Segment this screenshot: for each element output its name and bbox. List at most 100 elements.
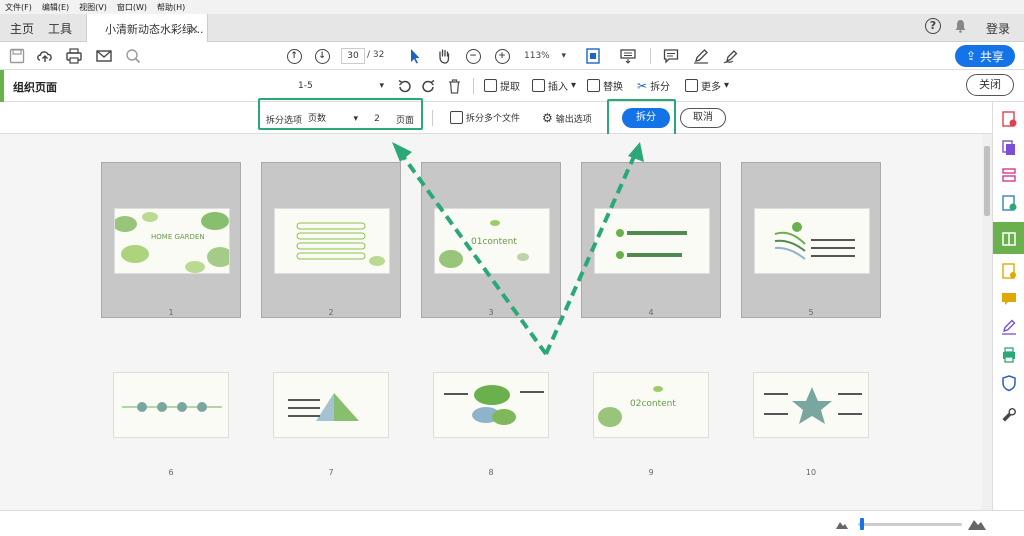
trash-icon[interactable] [447, 78, 462, 94]
minus-icon: − [465, 48, 481, 64]
split-divider [432, 110, 433, 126]
comment-icon[interactable] [662, 47, 680, 65]
replace-icon [587, 79, 600, 92]
more-button[interactable]: 更多 ▾ [685, 78, 729, 93]
tab-document[interactable]: 小清新动态水彩绿... × [86, 14, 208, 43]
close-organize-button[interactable]: 关闭 [966, 74, 1014, 96]
page-fit-icon[interactable] [584, 47, 602, 65]
keyboard-icon[interactable] [619, 47, 637, 65]
arrow-down-icon: ↓ [314, 48, 330, 64]
chevron-down-icon: ▾ [724, 80, 730, 91]
arrow-up-icon: ↑ [286, 48, 302, 64]
annotation-arrows [392, 142, 644, 356]
menu-help[interactable]: 帮助(H) [152, 2, 190, 13]
help-icon[interactable]: ? [925, 18, 941, 34]
tab-tools[interactable]: 工具 [48, 14, 72, 42]
print-icon[interactable] [65, 47, 83, 65]
prev-page-button[interactable]: ↑ [285, 47, 303, 65]
search-icon[interactable] [124, 47, 142, 65]
save-icon[interactable] [8, 47, 26, 65]
close-icon[interactable]: × [189, 22, 199, 36]
vertical-scrollbar[interactable] [982, 134, 992, 510]
rotate-right-icon[interactable] [421, 79, 436, 94]
organize-accent-bar [0, 70, 4, 102]
tab-home[interactable]: 主页 [10, 14, 34, 42]
edit-pdf-icon[interactable] [1000, 262, 1018, 280]
split-pages-icon[interactable] [1000, 230, 1018, 248]
split-tool-label: 拆分 [650, 82, 671, 93]
plus-icon: + [494, 48, 510, 64]
scroll-thumb[interactable] [984, 146, 990, 216]
thumbnail-size-slider[interactable] [858, 523, 962, 526]
page-range-value: 1-5 [298, 81, 313, 91]
replace-button[interactable]: 替换 [587, 78, 623, 93]
bell-icon[interactable] [954, 19, 967, 33]
split-options-bar: 拆分选项 页数 ▾ 2 页面 拆分多个文件 ⚙ 输出选项 拆分 取消 [0, 98, 1024, 139]
chevron-down-icon: ▾ [571, 80, 577, 91]
hand-icon[interactable] [435, 47, 453, 65]
share-label: 共享 [980, 49, 1005, 64]
next-page-button[interactable]: ↓ [313, 47, 331, 65]
main-toolbar: ↑ ↓ 30 / 32 − + 113% ▾ ⇪ 共享 [0, 42, 1024, 70]
extract-button[interactable]: 提取 [484, 78, 520, 93]
highlight-box-split-options [258, 98, 423, 130]
zoom-out-button[interactable]: − [464, 47, 482, 65]
sign-icon[interactable] [722, 47, 740, 65]
share-button[interactable]: ⇪ 共享 [955, 45, 1015, 67]
page-number-input[interactable]: 30 [341, 48, 365, 64]
extract-icon [484, 79, 497, 92]
replace-label: 替换 [603, 82, 623, 93]
create-pdf-icon[interactable] [1000, 110, 1018, 128]
organize-title: 组织页面 [13, 81, 57, 94]
combine-files-icon[interactable] [1000, 138, 1018, 156]
protect-shield-icon[interactable] [1000, 374, 1018, 392]
select-cursor-icon[interactable] [406, 47, 424, 65]
pen-icon[interactable] [692, 47, 710, 65]
gear-icon: ⚙ [542, 111, 553, 125]
organize-divider [473, 78, 474, 94]
small-thumbnail-icon[interactable] [836, 520, 848, 529]
menu-file[interactable]: 文件(F) [0, 2, 37, 13]
organize-pages-icon[interactable] [1000, 166, 1018, 184]
large-thumbnail-icon[interactable] [968, 517, 986, 530]
files-icon [450, 111, 463, 124]
split-tool-button[interactable]: ✂ 拆分 [637, 78, 671, 94]
output-options-label: 输出选项 [555, 114, 592, 125]
export-pdf-icon[interactable] [1000, 194, 1018, 212]
page-total: / 32 [367, 50, 385, 60]
menu-edit[interactable]: 编辑(E) [37, 2, 74, 13]
email-icon[interactable] [95, 47, 113, 65]
menu-window[interactable]: 窗口(W) [112, 2, 152, 13]
menu-bar: 文件(F) 编辑(E) 视图(V) 窗口(W) 帮助(H) [0, 0, 1024, 14]
scissors-icon: ✂ [637, 78, 648, 93]
cancel-button[interactable]: 取消 [680, 108, 726, 128]
thumbnail-size-knob[interactable] [860, 518, 864, 530]
tools-sidebar [992, 102, 1024, 510]
comment-tool-icon[interactable] [1000, 290, 1018, 308]
more-icon [685, 79, 698, 92]
highlight-box-split-button [607, 99, 676, 139]
output-options-button[interactable]: ⚙ 输出选项 [542, 111, 592, 125]
chevron-down-icon: ▾ [561, 51, 566, 61]
zoom-select[interactable]: 113% ▾ [524, 48, 570, 64]
insert-button[interactable]: 插入 ▾ [532, 78, 576, 93]
menu-view[interactable]: 视图(V) [74, 2, 112, 13]
login-link[interactable]: 登录 [986, 20, 1010, 37]
split-multiple-label: 拆分多个文件 [466, 114, 521, 124]
extract-label: 提取 [500, 82, 520, 93]
status-bar [0, 510, 1024, 536]
tools-wrench-icon[interactable] [1000, 406, 1018, 424]
zoom-value: 113% [524, 51, 550, 61]
tab-bar: 主页 工具 小清新动态水彩绿... × ? 登录 [0, 14, 1024, 43]
rotate-left-icon[interactable] [397, 79, 412, 94]
zoom-in-button[interactable]: + [493, 47, 511, 65]
fill-sign-icon[interactable] [1000, 318, 1018, 336]
organize-toolbar: 组织页面 1-5 ▾ 提取 插入 ▾ 替换 ✂ 拆分 更多 ▾ 关闭 [0, 70, 1024, 102]
upload-cloud-icon[interactable] [36, 47, 54, 65]
split-multiple-files-button[interactable]: 拆分多个文件 [450, 111, 520, 124]
print-production-icon[interactable] [1000, 346, 1018, 364]
page-range-select[interactable]: 1-5 ▾ [298, 78, 386, 94]
insert-label: 插入 [548, 82, 568, 93]
share-icon: ⇪ [965, 49, 977, 63]
toolbar-divider [650, 48, 651, 64]
